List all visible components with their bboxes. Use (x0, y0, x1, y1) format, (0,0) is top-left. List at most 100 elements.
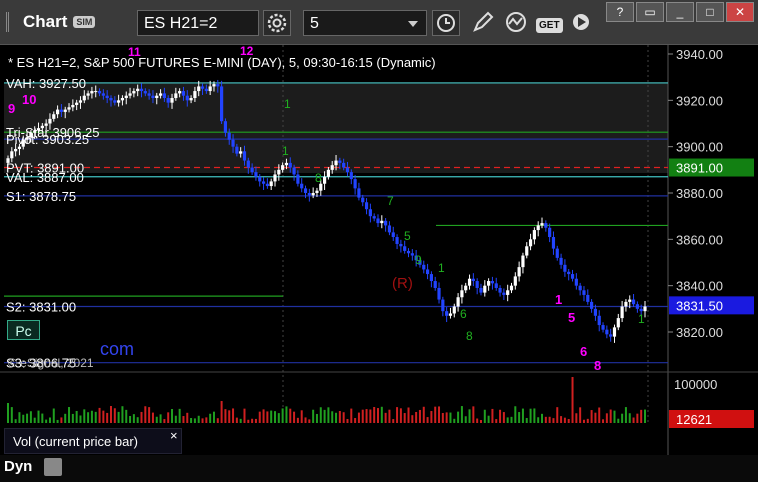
candle-body (345, 167, 350, 173)
candle-body (368, 209, 372, 217)
candle-body (643, 306, 647, 312)
candle-body (639, 308, 643, 312)
get-button[interactable]: GET (536, 10, 566, 36)
studies-button[interactable] (503, 10, 531, 36)
wave-label: 1 (284, 97, 291, 111)
candle-body (445, 311, 449, 316)
help-button[interactable]: ? (606, 2, 634, 22)
candle-body (399, 243, 403, 247)
volume-bar (411, 415, 414, 423)
draw-button[interactable] (470, 10, 498, 36)
volume-bar (445, 412, 448, 423)
y-tick-label: 3920.00 (676, 93, 723, 108)
candle-body (78, 100, 83, 103)
volume-bar (468, 409, 471, 423)
volume-bar (373, 407, 376, 423)
toolbar-left: Chart SIM (0, 0, 96, 44)
wave-label: 5 (568, 310, 575, 325)
copyright: © eSignal, 2021 (8, 356, 94, 370)
gear-icon (267, 13, 287, 33)
candle-body (574, 278, 578, 286)
volume-bar (491, 408, 494, 423)
candle-body (90, 91, 94, 94)
candle-body (166, 98, 170, 103)
volume-bar (14, 419, 17, 423)
volume-bar (79, 415, 82, 423)
candle-body (174, 93, 178, 99)
wave-label: 1 (638, 312, 645, 326)
candle-body (246, 160, 250, 168)
candle-body (59, 109, 64, 112)
candle-body (200, 86, 205, 89)
volume-bar (521, 408, 524, 423)
candle-body (109, 98, 113, 101)
candle-body (338, 160, 342, 163)
volume-bar (331, 411, 334, 423)
volume-bar (121, 406, 124, 423)
candle-body (265, 183, 269, 187)
volume-bar (460, 406, 463, 423)
volume-bar (201, 418, 204, 423)
close-volume-panel-icon[interactable]: × (170, 428, 178, 443)
candle-body (254, 172, 258, 177)
candle-body (479, 287, 483, 293)
wave-label: 11 (128, 45, 141, 59)
candle-body (216, 84, 220, 87)
candle-body (559, 257, 563, 265)
volume-bar (350, 408, 353, 423)
volume-bar (159, 414, 162, 423)
close-button[interactable]: ✕ (726, 2, 754, 22)
volume-bar (56, 419, 59, 423)
candle-body (6, 158, 10, 163)
candle-body (231, 139, 235, 147)
volume-bar (342, 412, 345, 423)
wave-label: 1 (555, 292, 562, 307)
volume-bar (220, 401, 223, 423)
minimize-button[interactable]: _ (666, 2, 694, 22)
candle-body (197, 86, 201, 92)
drag-grip-icon[interactable] (6, 12, 19, 32)
volume-bar (560, 416, 563, 423)
interval-select[interactable]: 5 (303, 10, 427, 36)
volume-bar (239, 418, 242, 423)
candle-body (101, 93, 105, 96)
volume-bar (132, 414, 135, 423)
candle-body (425, 269, 430, 275)
candle-body (48, 118, 52, 124)
candle-body (25, 137, 29, 140)
restore-button[interactable]: ▭ (636, 2, 664, 22)
volume-bar (396, 407, 399, 423)
volume-bar (277, 413, 280, 423)
volume-bar (285, 406, 288, 423)
candle-body (212, 84, 216, 87)
candle-body (258, 176, 262, 182)
volume-bar (125, 409, 128, 423)
candle-body (628, 299, 632, 302)
pc-button[interactable]: Pc (7, 320, 40, 340)
candle-body (506, 290, 510, 295)
volume-bar (644, 409, 646, 423)
time-button[interactable] (432, 10, 460, 36)
volume-bar (487, 415, 490, 423)
config-icon[interactable] (44, 458, 62, 476)
volume-bar (41, 413, 44, 423)
play-button[interactable] (570, 10, 592, 36)
volume-bar (235, 417, 238, 423)
candle-body (624, 301, 628, 307)
candle-body (593, 308, 598, 316)
candle-body (261, 181, 266, 184)
symbol-settings-button[interactable] (263, 10, 291, 36)
candle-body (551, 237, 556, 249)
symbol-input[interactable]: ES H21=2 (137, 10, 259, 36)
volume-bar (598, 407, 601, 423)
candle-body (10, 151, 14, 159)
volume-bar (632, 417, 635, 423)
candle-body (303, 188, 308, 193)
volume-bar (319, 407, 322, 423)
interval-value: 5 (310, 15, 319, 32)
studies-icon (506, 12, 526, 32)
candle-body (612, 327, 617, 337)
price-chart[interactable]: VAH: 3927.50Tri-Star 3906.25Pivot: 3903.… (0, 45, 758, 482)
maximize-button[interactable]: □ (696, 2, 724, 22)
volume-bar (247, 419, 250, 423)
